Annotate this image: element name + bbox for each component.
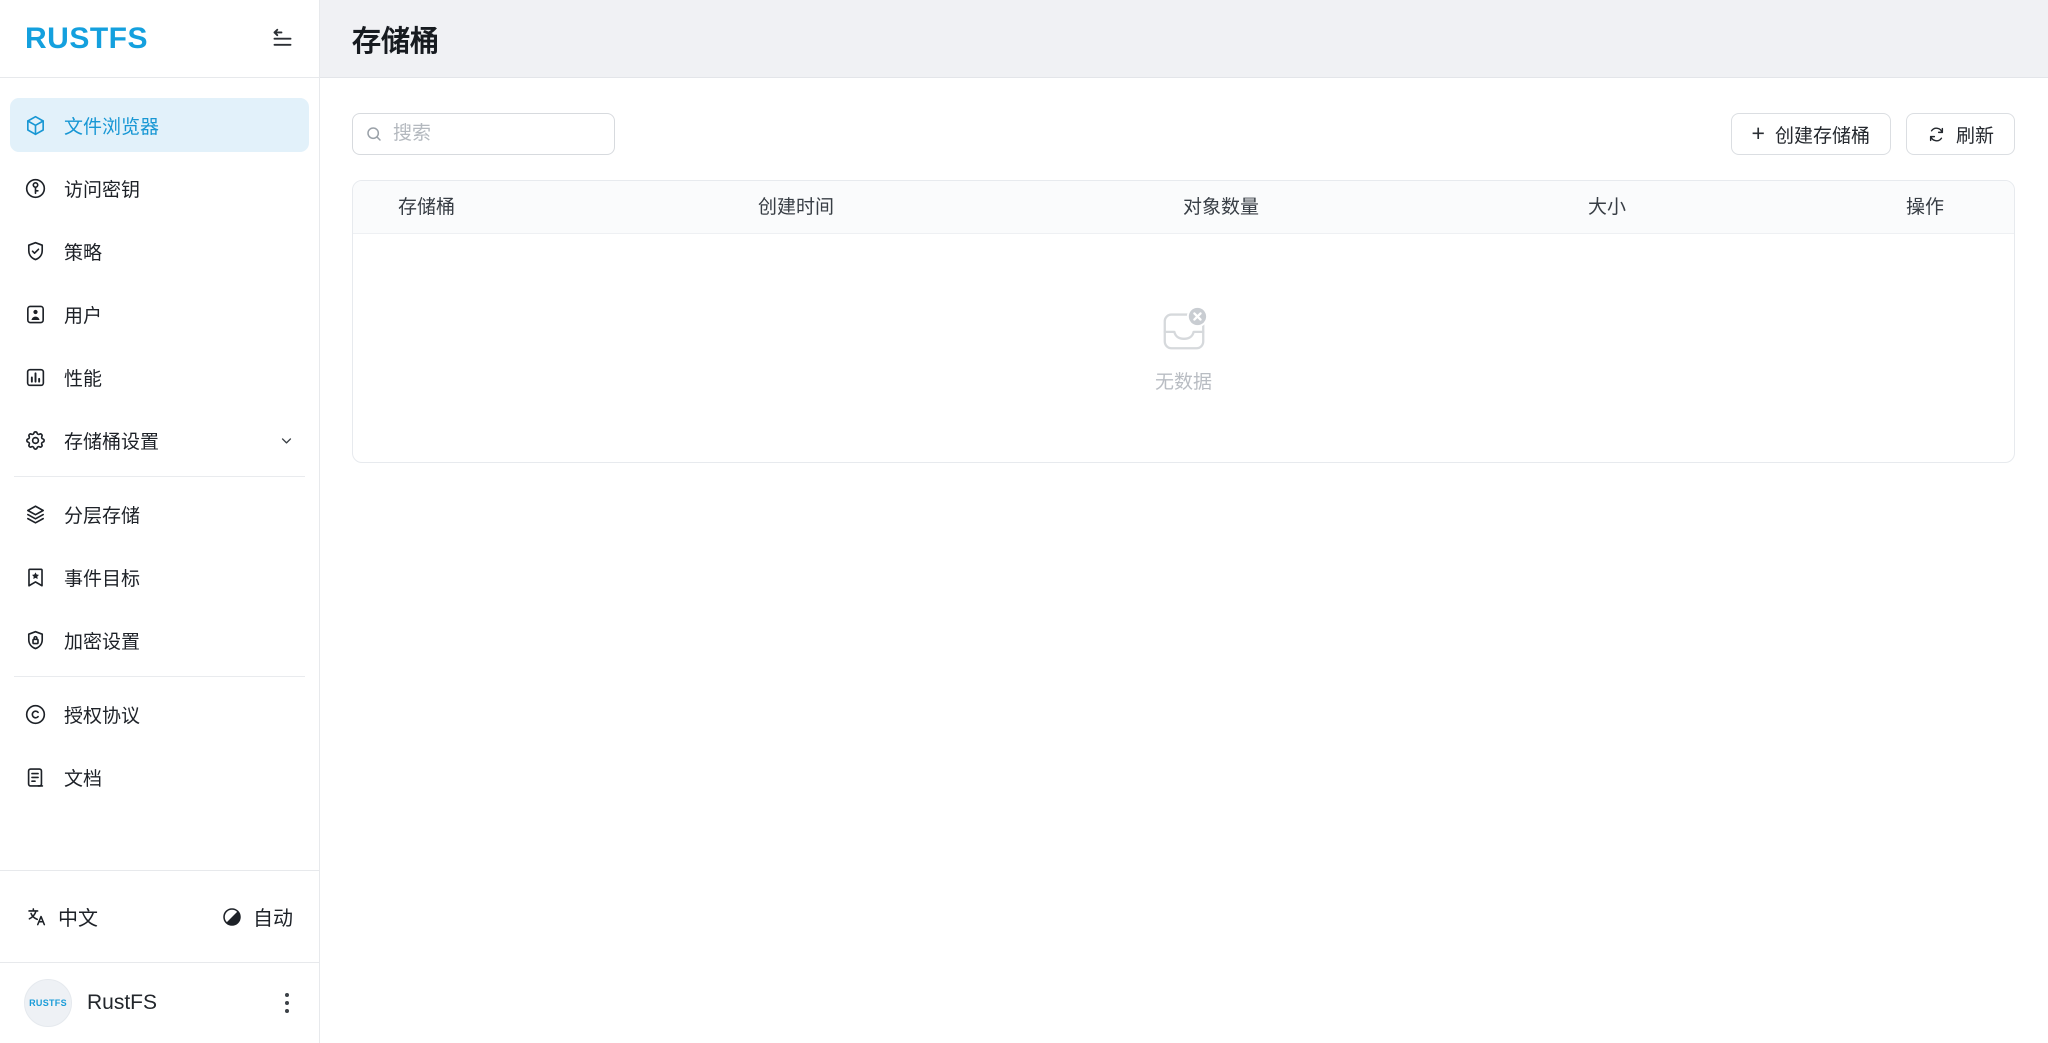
sidebar-item-bucket-settings[interactable]: 存储桶设置 <box>10 413 309 467</box>
sidebar-item-label: 存储桶设置 <box>64 427 159 454</box>
create-bucket-button[interactable]: + 创建存储桶 <box>1731 113 1891 155</box>
rustfs-logo: RUSTFS <box>25 22 148 56</box>
document-icon <box>24 766 47 789</box>
language-label: 中文 <box>58 902 98 931</box>
table-empty-state: 无数据 <box>353 234 2014 463</box>
empty-text: 无数据 <box>1155 367 1212 394</box>
cube-icon <box>24 114 47 137</box>
plus-icon: + <box>1752 122 1765 145</box>
profile-name: RustFS <box>87 991 157 1015</box>
column-header: 操作 <box>1906 181 1944 234</box>
table-header-row: 存储桶 创建时间 对象数量 大小 操作 <box>353 181 2014 234</box>
sidebar-item-policies[interactable]: 策略 <box>10 224 309 278</box>
bookmark-star-icon <box>24 566 47 589</box>
refresh-label: 刷新 <box>1956 121 1994 148</box>
theme-switcher[interactable]: 自动 <box>221 902 293 931</box>
search-wrap <box>352 113 615 155</box>
empty-box-icon <box>1159 304 1209 359</box>
sidebar-item-docs[interactable]: 文档 <box>10 750 309 804</box>
sidebar-item-label: 分层存储 <box>64 501 140 528</box>
sidebar-item-label: 用户 <box>64 301 102 328</box>
menu-divider <box>14 676 305 677</box>
sidebar-item-event-targets[interactable]: 事件目标 <box>10 550 309 604</box>
create-bucket-label: 创建存储桶 <box>1775 121 1870 148</box>
column-header: 对象数量 <box>1183 181 1259 234</box>
sidebar-item-label: 性能 <box>64 364 102 391</box>
shield-lock-icon <box>24 629 47 652</box>
rustfs-app: RUSTFS 文件浏览器访问密钥策略用户性能存储桶设置分层存储事件目标加密设置授… <box>0 0 2048 1043</box>
content: + 创建存储桶 刷新 存储桶创建时间对象数 <box>320 78 2048 463</box>
column-header: 大小 <box>1588 181 1626 234</box>
sidebar-item-label: 文件浏览器 <box>64 112 159 139</box>
profile-row[interactable]: RUSTFS RustFS <box>0 962 319 1043</box>
sidebar-item-access-keys[interactable]: 访问密钥 <box>10 161 309 215</box>
copyright-icon <box>24 703 47 726</box>
sidebar-item-label: 加密设置 <box>64 627 140 654</box>
bar-chart-icon <box>24 366 47 389</box>
column-header: 存储桶 <box>398 181 455 234</box>
sidebar-item-label: 文档 <box>64 764 102 791</box>
sidebar-footer: 中文 自动 RUSTFS RustFS <box>0 870 319 1043</box>
page-header: 存储桶 <box>320 0 2048 78</box>
page-title: 存储桶 <box>352 18 439 60</box>
toolbar-actions: + 创建存储桶 刷新 <box>1731 113 2015 155</box>
language-switcher[interactable]: 中文 <box>26 902 98 931</box>
sidebar-item-license[interactable]: 授权协议 <box>10 687 309 741</box>
user-card-icon <box>24 303 47 326</box>
menu-divider <box>14 476 305 477</box>
sidebar-item-label: 访问密钥 <box>64 175 140 202</box>
gear-icon <box>24 429 47 452</box>
sidebar-top: RUSTFS <box>0 0 319 78</box>
layers-icon <box>24 503 47 526</box>
sidebar: RUSTFS 文件浏览器访问密钥策略用户性能存储桶设置分层存储事件目标加密设置授… <box>0 0 320 1043</box>
main-area: 存储桶 + 创建存储桶 <box>320 0 2048 1043</box>
sidebar-item-performance[interactable]: 性能 <box>10 350 309 404</box>
avatar-logo-text: RUSTFS <box>29 998 67 1008</box>
avatar: RUSTFS <box>24 979 72 1027</box>
sidebar-item-label: 策略 <box>64 238 102 265</box>
sidebar-item-file-browser[interactable]: 文件浏览器 <box>10 98 309 152</box>
refresh-icon <box>1927 125 1946 144</box>
collapse-sidebar-icon <box>270 26 295 51</box>
toolbar: + 创建存储桶 刷新 <box>352 113 2015 155</box>
key-circle-icon <box>24 177 47 200</box>
auto-theme-icon <box>221 906 243 928</box>
kebab-menu-icon <box>285 993 289 1013</box>
sidebar-footer-bar: 中文 自动 <box>0 870 319 962</box>
chevron-down-icon <box>277 431 296 450</box>
search-input[interactable] <box>352 113 615 155</box>
shield-check-icon <box>24 240 47 263</box>
sidebar-item-label: 授权协议 <box>64 701 140 728</box>
refresh-button[interactable]: 刷新 <box>1906 113 2015 155</box>
sidebar-item-label: 事件目标 <box>64 564 140 591</box>
sidebar-menu: 文件浏览器访问密钥策略用户性能存储桶设置分层存储事件目标加密设置授权协议文档 <box>0 78 319 870</box>
search-icon <box>364 124 384 144</box>
translate-icon <box>26 906 48 928</box>
sidebar-collapse-button[interactable] <box>267 24 297 54</box>
theme-label: 自动 <box>253 902 293 931</box>
sidebar-item-encryption[interactable]: 加密设置 <box>10 613 309 667</box>
column-header: 创建时间 <box>758 181 834 234</box>
profile-menu-button[interactable] <box>279 987 295 1019</box>
sidebar-item-users[interactable]: 用户 <box>10 287 309 341</box>
sidebar-item-tiered-storage[interactable]: 分层存储 <box>10 487 309 541</box>
buckets-table: 存储桶 创建时间 对象数量 大小 操作 无数据 <box>352 180 2015 463</box>
